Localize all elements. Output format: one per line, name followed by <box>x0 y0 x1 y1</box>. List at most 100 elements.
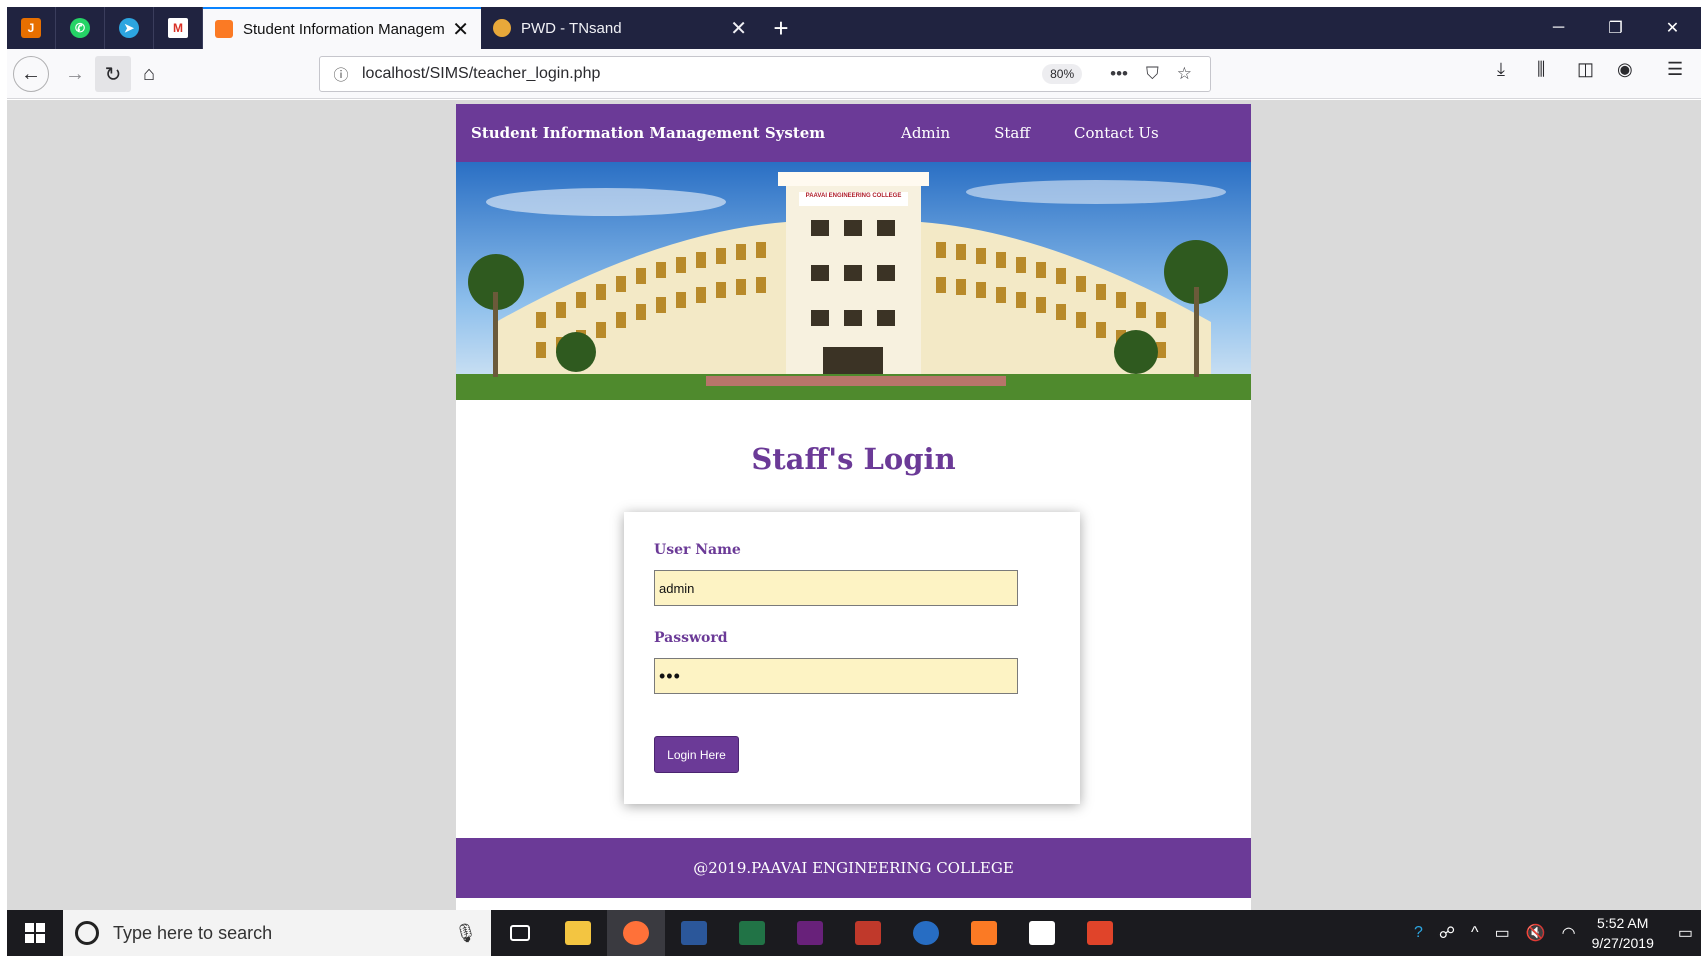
menu-admin[interactable]: Admin <box>901 124 950 142</box>
visual-studio-icon <box>797 921 823 945</box>
taskbar-apps <box>491 910 1129 956</box>
library-icon[interactable]: ⫼ <box>1537 59 1545 80</box>
microphone-icon[interactable]: 🎙 <box>454 923 477 944</box>
screen: { "browser": { "pinned_tabs": ["java-ico… <box>0 0 1701 956</box>
people-icon[interactable]: ☍ <box>1439 923 1455 943</box>
menu-staff[interactable]: Staff <box>994 124 1030 142</box>
menu-contact-us[interactable]: Contact Us <box>1074 124 1159 142</box>
pocket-icon[interactable]: ⛉ <box>1146 64 1159 84</box>
clock[interactable]: 5:52 AM 9/27/2019 <box>1592 913 1654 953</box>
login-form-card: User Name admin Password ••• Login Here <box>624 512 1080 804</box>
sidebar-icon[interactable]: ◫ <box>1577 59 1594 80</box>
xampp-button[interactable] <box>955 910 1013 956</box>
browser-nav-bar: ← → ↻ ⌂ ⓘ localhost/SIMS/teacher_login.p… <box>7 49 1701 99</box>
clock-time: 5:52 AM <box>1597 915 1649 931</box>
task-view-icon <box>510 925 530 941</box>
excel-icon <box>739 921 765 945</box>
firefox-button[interactable] <box>607 910 665 956</box>
menu-icon[interactable]: ☰ <box>1667 59 1683 80</box>
chevron-up-icon[interactable]: ^ <box>1471 924 1479 942</box>
task-view-button[interactable] <box>491 910 549 956</box>
telegram-icon: ➤ <box>119 18 139 38</box>
taskbar-search[interactable]: Type here to search 🎙 <box>63 910 491 956</box>
back-button[interactable]: ← <box>13 56 49 92</box>
help-icon[interactable]: ? <box>1414 924 1423 942</box>
pinned-tab-telegram[interactable]: ➤ <box>105 7 154 49</box>
banner-sign: PAAVAI ENGINEERING COLLEGE <box>805 193 902 199</box>
college-banner-image: PAAVAI ENGINEERING COLLEGE <box>456 162 1251 400</box>
page-viewport: Student Information Management System Ad… <box>7 100 1701 910</box>
globe-icon <box>493 19 511 37</box>
address-bar[interactable]: ⓘ localhost/SIMS/teacher_login.php 80% •… <box>319 56 1211 92</box>
excel-button[interactable] <box>723 910 781 956</box>
photos-icon <box>1029 921 1055 945</box>
home-button[interactable]: ⌂ <box>131 56 167 92</box>
login-heading-area: Staff's Login <box>456 442 1251 476</box>
r-button[interactable] <box>897 910 955 956</box>
cortana-icon <box>75 921 99 945</box>
firefox-icon <box>623 921 649 945</box>
xampp-icon <box>215 20 233 38</box>
r-icon <box>913 921 939 945</box>
close-window-icon[interactable]: ✕ <box>1644 7 1701 49</box>
login-button[interactable]: Login Here <box>654 736 739 773</box>
search-placeholder: Type here to search <box>113 922 273 943</box>
pdf-button[interactable] <box>1071 910 1129 956</box>
file-explorer-button[interactable] <box>549 910 607 956</box>
clock-date: 9/27/2019 <box>1591 935 1654 951</box>
system-tray: ? ☍ ^ ▭ 🔇 ◠ 5:52 AM 9/27/2019 ▭ <box>1406 910 1701 956</box>
windows-logo-icon <box>25 923 45 943</box>
site-brand[interactable]: Student Information Management System <box>471 124 901 142</box>
zoom-indicator[interactable]: 80% <box>1042 64 1083 84</box>
photos-button[interactable] <box>1013 910 1071 956</box>
tab-pwd-tnsand[interactable]: PWD - TNsand ✕ <box>481 7 759 49</box>
password-input[interactable]: ••• <box>654 658 1018 694</box>
downloads-icon[interactable]: ⤓ <box>1497 59 1505 80</box>
pdf-icon <box>1087 921 1113 945</box>
site-container: Student Information Management System Ad… <box>456 104 1251 910</box>
username-input[interactable]: admin <box>654 570 1018 606</box>
wifi-icon[interactable]: ◠ <box>1562 923 1576 943</box>
folder-icon <box>565 921 591 945</box>
site-header: Student Information Management System Ad… <box>456 104 1251 162</box>
xampp-icon <box>971 921 997 945</box>
tab-title: Student Information Managem <box>243 20 445 38</box>
page-title: Staff's Login <box>751 442 956 476</box>
tab-student-information[interactable]: Student Information Managem ✕ <box>203 7 481 49</box>
app-button[interactable] <box>839 910 897 956</box>
tab-title: PWD - TNsand <box>521 19 622 37</box>
app-icon <box>855 921 881 945</box>
java-icon: J <box>21 18 41 38</box>
visual-studio-button[interactable] <box>781 910 839 956</box>
gmail-icon: M <box>168 18 188 38</box>
reload-button[interactable]: ↻ <box>95 56 131 92</box>
footer-text: @2019.PAAVAI ENGINEERING COLLEGE <box>693 859 1014 877</box>
pinned-tab-whatsapp[interactable]: ✆ <box>56 7 105 49</box>
start-button[interactable] <box>7 910 63 956</box>
notifications-icon[interactable]: ▭ <box>1678 923 1693 943</box>
word-icon <box>681 921 707 945</box>
restore-icon[interactable]: ❐ <box>1587 7 1644 49</box>
minimize-icon[interactable]: ─ <box>1530 7 1587 49</box>
browser-tab-bar: J ✆ ➤ M Student Information Managem ✕ PW… <box>7 7 1701 49</box>
username-label: User Name <box>654 542 741 558</box>
whatsapp-icon: ✆ <box>70 18 90 38</box>
info-icon[interactable]: ⓘ <box>326 64 356 85</box>
more-actions-icon[interactable]: ••• <box>1110 64 1128 84</box>
windows-taskbar: Type here to search 🎙 ? ☍ ^ ▭ 🔇 ◠ 5:52 A… <box>7 910 1701 956</box>
new-tab-button[interactable]: + <box>759 7 803 49</box>
close-icon[interactable]: ✕ <box>452 17 469 42</box>
pinned-tab-java[interactable]: J <box>7 7 56 49</box>
site-menu: Admin Staff Contact Us <box>901 124 1203 142</box>
volume-muted-icon[interactable]: 🔇 <box>1526 923 1546 943</box>
bookmark-star-icon[interactable]: ☆ <box>1177 64 1192 84</box>
close-icon[interactable]: ✕ <box>730 16 747 41</box>
site-footer: @2019.PAAVAI ENGINEERING COLLEGE <box>456 838 1251 898</box>
word-button[interactable] <box>665 910 723 956</box>
pinned-tab-gmail[interactable]: M <box>154 7 203 49</box>
password-label: Password <box>654 630 728 646</box>
window-controls: ─ ❐ ✕ <box>1530 7 1701 49</box>
account-icon[interactable]: ◉ <box>1617 59 1633 80</box>
forward-button[interactable]: → <box>57 56 93 92</box>
battery-icon[interactable]: ▭ <box>1495 923 1510 943</box>
